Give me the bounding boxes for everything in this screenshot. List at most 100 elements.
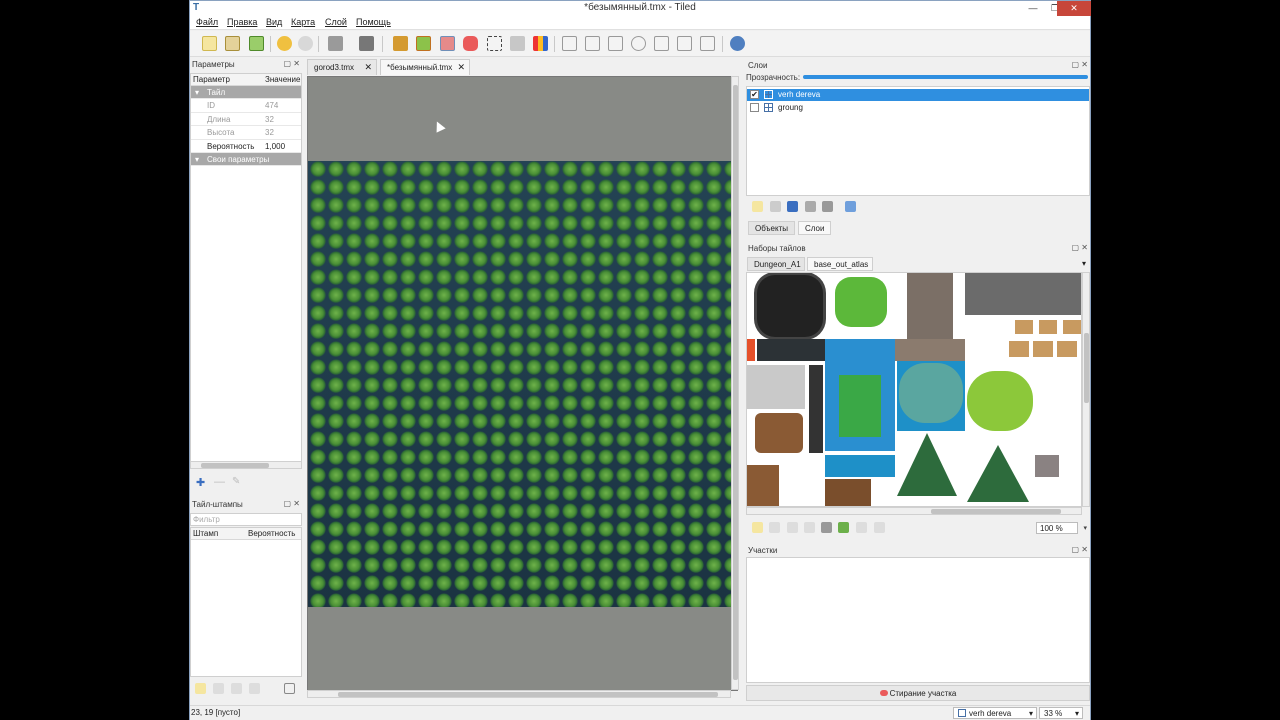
stone-wall-tile[interactable] [907, 273, 953, 339]
property-row-width[interactable]: Длина 32 [191, 113, 301, 127]
crate-tile[interactable] [1015, 320, 1033, 334]
grass-patch-tile[interactable] [835, 277, 887, 327]
terrains-dock-buttons[interactable]: ▢ ✕ [1072, 545, 1088, 554]
minimize-button[interactable]: — [1022, 1, 1044, 16]
random-mode-icon[interactable] [359, 36, 374, 51]
layer-visibility-checkbox[interactable] [750, 103, 759, 112]
insert-ellipse-icon[interactable] [631, 36, 646, 51]
open-file-icon[interactable] [225, 36, 240, 51]
bucket-fill-icon[interactable] [440, 36, 455, 51]
new-tileset-icon[interactable] [752, 522, 763, 533]
layer-properties-icon[interactable] [845, 201, 856, 212]
stamps-folder-icon[interactable] [284, 683, 295, 694]
tab-gorod3[interactable]: gorod3.tmx ✕ [307, 59, 377, 75]
remove-tiles-icon[interactable] [874, 522, 885, 533]
pine-tree-tile[interactable] [897, 433, 957, 496]
menu-map[interactable]: Карта [291, 17, 315, 27]
crate-tile[interactable] [1039, 320, 1057, 334]
duplicate-stamp-icon[interactable] [231, 683, 242, 694]
undo-icon[interactable] [277, 36, 292, 51]
pine-tree-tile[interactable] [967, 445, 1029, 503]
magic-wand-icon[interactable] [510, 36, 525, 51]
import-tileset-icon[interactable] [769, 522, 780, 533]
terrain-brush-icon[interactable] [416, 36, 431, 51]
barrels-tile[interactable] [755, 413, 803, 453]
terrains-list[interactable] [746, 557, 1090, 683]
stove-tile[interactable] [809, 365, 823, 453]
grey-block-tile[interactable] [1035, 455, 1059, 477]
group-tile[interactable]: ▾ Тайл [191, 86, 301, 100]
close-window-button[interactable]: ✕ [1057, 1, 1091, 16]
erase-terrain-button[interactable]: Стирание участка [746, 685, 1090, 701]
tile-map[interactable] [308, 161, 732, 607]
crate-tile[interactable] [1057, 341, 1077, 357]
tileset-properties-icon[interactable] [804, 522, 815, 533]
wood-crates-tile[interactable] [825, 479, 871, 506]
cracked-stone-tile[interactable] [895, 339, 965, 361]
layers-dock-buttons[interactable]: ▢ ✕ [1072, 60, 1088, 69]
property-row-height[interactable]: Высота 32 [191, 126, 301, 140]
delete-stamp-icon[interactable] [249, 683, 260, 694]
edit-polygons-icon[interactable] [585, 36, 600, 51]
add-property-icon[interactable]: ✚ [196, 476, 205, 489]
fence-tile[interactable] [747, 465, 779, 506]
stamp-brush-icon[interactable] [393, 36, 408, 51]
edit-terrain-icon[interactable] [838, 522, 849, 533]
rect-select-icon[interactable] [487, 36, 502, 51]
export-tileset-icon[interactable] [787, 522, 798, 533]
menu-edit[interactable]: Правка [227, 17, 257, 27]
delete-tileset-icon[interactable] [821, 522, 832, 533]
dark-hole-tile[interactable] [757, 275, 823, 337]
menu-file[interactable]: Файл [196, 17, 218, 27]
layer-row-groung[interactable]: groung [747, 102, 1089, 114]
raise-layer-icon[interactable] [770, 201, 781, 212]
stamps-filter-input[interactable]: Фильтр [190, 513, 302, 526]
property-row-id[interactable]: ID 474 [191, 99, 301, 113]
select-objects-icon[interactable] [562, 36, 577, 51]
layer-visibility-checkbox[interactable]: ✔ [750, 90, 759, 99]
crate-tile[interactable] [1033, 341, 1053, 357]
group-custom[interactable]: ▾ Свои параметры [191, 152, 301, 167]
map-vscroll[interactable] [731, 76, 739, 690]
tileset-zoom-select[interactable]: 100 % ▾ [1036, 522, 1087, 534]
tileset-menu-icon[interactable]: ▾ [1082, 259, 1086, 268]
properties-hscroll[interactable] [190, 461, 302, 469]
delete-layer-icon[interactable] [822, 201, 833, 212]
menu-view[interactable]: Вид [266, 17, 282, 27]
map-canvas[interactable] [307, 76, 738, 691]
eraser-icon[interactable] [463, 36, 478, 51]
crate-tile[interactable] [1009, 341, 1029, 357]
menu-layer[interactable]: Слой [325, 17, 347, 27]
yellow-bush-tile[interactable] [967, 371, 1033, 431]
lower-layer-icon[interactable] [787, 201, 798, 212]
add-variation-icon[interactable] [213, 683, 224, 694]
tileset-hscroll[interactable] [746, 507, 1082, 515]
furniture-tile[interactable] [747, 365, 805, 409]
remove-property-icon[interactable]: — [214, 476, 225, 488]
water-tile[interactable] [825, 339, 895, 361]
tileset-view[interactable] [746, 272, 1082, 507]
save-file-icon[interactable] [249, 36, 264, 51]
redo-icon[interactable] [298, 36, 313, 51]
properties-dock-buttons[interactable]: ▢ ✕ [284, 59, 300, 68]
close-tab-icon[interactable]: ✕ [364, 62, 372, 73]
tileset-vscroll[interactable] [1082, 272, 1090, 507]
insert-rectangle-icon[interactable] [608, 36, 623, 51]
tab-objects[interactable]: Объекты [748, 221, 795, 235]
tab-dungeon-a1[interactable]: Dungeon_A1 [747, 257, 805, 271]
tab-layers[interactable]: Слои [798, 221, 832, 235]
stairs-tile[interactable] [965, 273, 1081, 315]
teal-bush-tile[interactable] [899, 363, 963, 423]
layer-row-verh-dereva[interactable]: ✔ verh dereva [747, 89, 1089, 101]
close-tab-icon[interactable]: ✕ [457, 62, 465, 73]
tilesets-dock-buttons[interactable]: ▢ ✕ [1072, 243, 1088, 252]
lava-tile[interactable] [747, 339, 755, 361]
stamps-dock-buttons[interactable]: ▢ ✕ [284, 499, 300, 508]
add-tiles-icon[interactable] [856, 522, 867, 533]
tab-untitled[interactable]: *безымянный.tmx ✕ [380, 59, 470, 75]
map-hscroll[interactable] [307, 690, 731, 698]
pond-tile[interactable] [825, 361, 895, 451]
new-layer-icon[interactable] [752, 201, 763, 212]
new-stamp-icon[interactable] [195, 683, 206, 694]
move-tool-icon[interactable] [730, 36, 745, 51]
